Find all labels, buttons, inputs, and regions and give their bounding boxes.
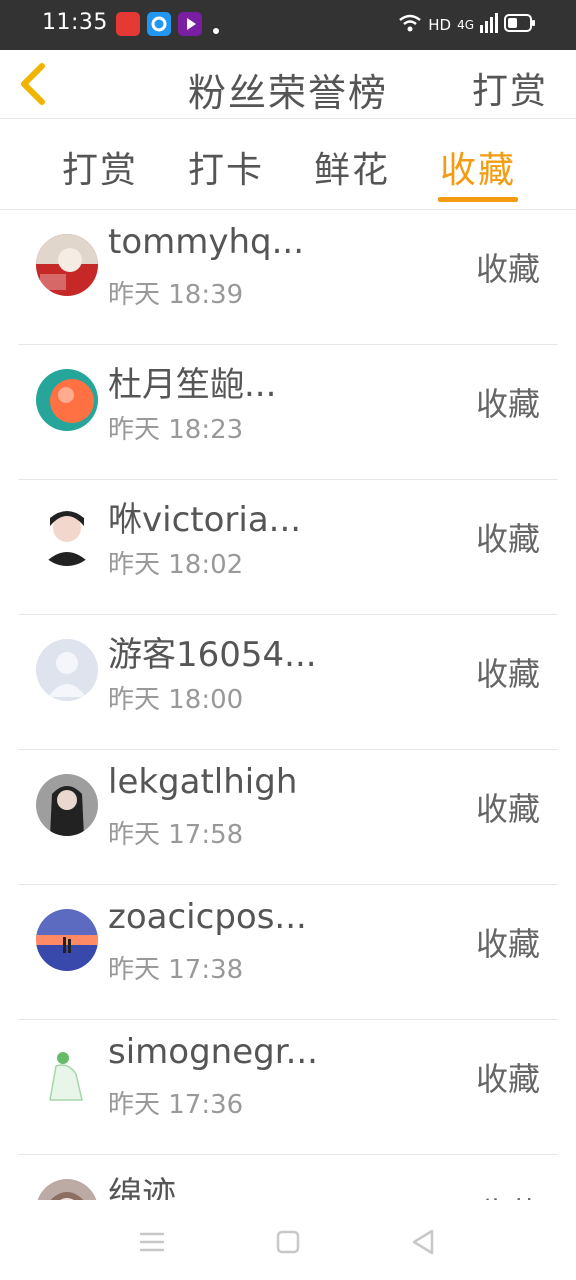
wifi-icon	[398, 13, 422, 37]
home-icon	[276, 1230, 300, 1254]
tab-favorites[interactable]: 收藏	[440, 141, 516, 193]
avatar	[36, 234, 98, 296]
home-button[interactable]	[268, 1222, 308, 1262]
menu-button[interactable]	[132, 1222, 172, 1262]
action-label: 收藏	[475, 250, 540, 288]
more-notifications-dot	[213, 28, 219, 34]
default-avatar-icon	[36, 639, 98, 701]
list-item[interactable]: simognegr... 昨天 17:36 收藏	[18, 1020, 558, 1155]
avatar	[36, 1179, 98, 1200]
video-notification-icon	[178, 12, 202, 36]
list-item[interactable]: zoacicpos... 昨天 17:38 收藏	[18, 885, 558, 1020]
timestamp: 昨天 17:58	[108, 820, 244, 850]
timestamp: 昨天 18:00	[108, 685, 244, 715]
action-label: 收藏	[475, 655, 540, 693]
list-item[interactable]: 杜月笙龅... 昨天 18:23 收藏	[18, 345, 558, 480]
timestamp: 昨天 18:23	[108, 415, 244, 445]
hd-indicator: HD	[428, 16, 452, 34]
reward-button[interactable]: 打赏	[472, 62, 548, 114]
tab-checkin[interactable]: 打卡	[188, 141, 264, 193]
timestamp: 昨天 17:38	[108, 955, 244, 985]
tab-bar: 打赏 打卡 鲜花 收藏	[0, 119, 576, 210]
signal-icon	[480, 13, 498, 37]
browser-notification-icon	[147, 12, 171, 36]
list-item[interactable]: lekgatlhigh 昨天 17:58 收藏	[18, 750, 558, 885]
user-name: 咻victoria...	[108, 500, 302, 540]
fan-list: tommyhq... 昨天 18:39 收藏 杜月笙龅... 昨天 18:23 …	[18, 210, 558, 1200]
app-notification-icon	[116, 12, 140, 36]
timestamp: 昨天 18:39	[108, 280, 244, 310]
menu-icon	[140, 1232, 164, 1252]
avatar	[36, 774, 98, 836]
user-name: 杜月笙龅...	[108, 365, 277, 405]
list-item[interactable]: 咻victoria... 昨天 18:02 收藏	[18, 480, 558, 615]
action-label: 收藏	[475, 1060, 540, 1098]
user-name: zoacicpos...	[108, 897, 307, 937]
status-time: 11:35	[42, 10, 108, 35]
action-label: 收藏	[475, 385, 540, 423]
battery-icon	[504, 14, 536, 36]
user-name: 绵迹	[108, 1175, 176, 1200]
avatar	[36, 504, 98, 566]
list-item[interactable]: tommyhq... 昨天 18:39 收藏	[18, 210, 558, 345]
list-item[interactable]: 游客16054... 昨天 18:00 收藏	[18, 615, 558, 750]
user-name: tommyhq...	[108, 222, 305, 262]
user-name: lekgatlhigh	[108, 762, 298, 802]
action-label: 收藏	[475, 790, 540, 828]
header: 粉丝荣誉榜 打赏	[0, 50, 576, 119]
list-item[interactable]: 绵迹 收藏	[18, 1155, 558, 1200]
back-triangle-icon	[412, 1229, 434, 1255]
system-nav-bar	[0, 1200, 576, 1280]
user-name: 游客16054...	[108, 635, 317, 675]
avatar	[36, 909, 98, 971]
timestamp: 昨天 17:36	[108, 1090, 244, 1120]
active-tab-indicator	[438, 197, 518, 202]
network-type-label: 4G	[457, 18, 474, 32]
action-label: 收藏	[476, 1189, 540, 1200]
avatar	[36, 1044, 98, 1106]
timestamp: 昨天 18:02	[108, 550, 244, 580]
status-bar: 11:35 HD 4G	[0, 0, 576, 50]
back-nav-button[interactable]	[404, 1222, 444, 1262]
avatar	[36, 369, 98, 431]
action-label: 收藏	[475, 520, 540, 558]
action-label: 收藏	[475, 925, 540, 963]
tab-flowers[interactable]: 鲜花	[314, 141, 390, 193]
tab-reward[interactable]: 打赏	[62, 141, 138, 193]
user-name: simognegr...	[108, 1032, 318, 1072]
